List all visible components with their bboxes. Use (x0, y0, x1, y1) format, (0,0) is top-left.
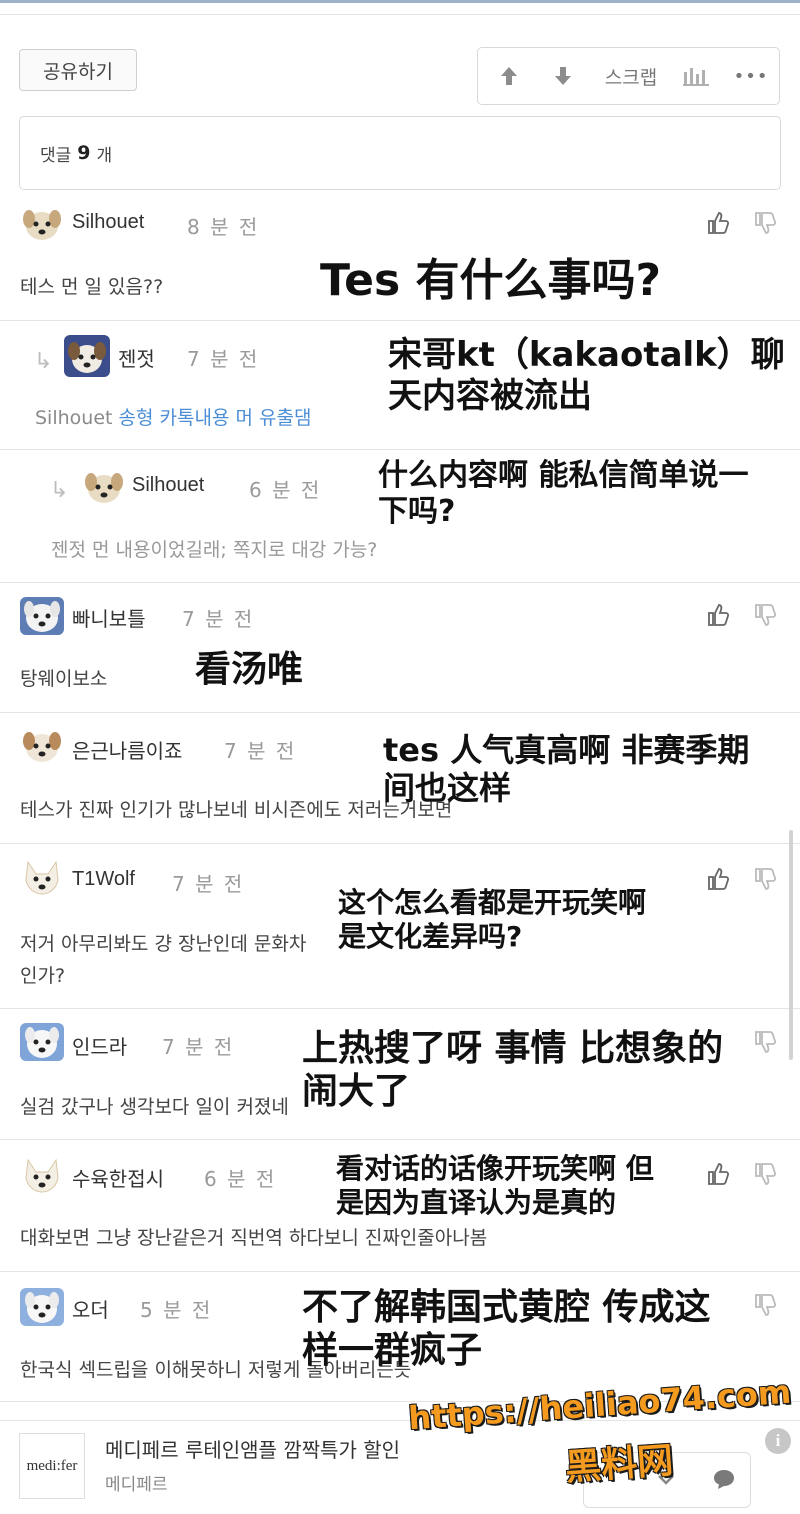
comment-time: 7 분 전 (162, 1035, 235, 1059)
scrap-button[interactable]: 스크랩 (596, 48, 666, 104)
comment-author[interactable]: T1Wolf (72, 868, 135, 891)
comment-author[interactable]: Silhouet (132, 474, 204, 497)
dislike-icon[interactable] (752, 866, 778, 892)
translation-overlay: 上热搜了呀 事情 比想象的闹大了 (302, 1028, 724, 1113)
dislike-icon[interactable] (752, 1161, 778, 1187)
translation-overlay: 不了解韩国式黄腔 传成这样一群疯子 (302, 1287, 711, 1372)
like-icon[interactable] (705, 602, 731, 628)
translation-overlay: 看对话的话像开玩笑啊 但是因为直译认为是真的 (336, 1152, 654, 1219)
mention-link[interactable]: Silhouet (35, 407, 112, 429)
comment-text: 먼 내용이었길래; 쪽지로 대강 가능? (92, 539, 378, 561)
comment-author[interactable]: 젠젓 (118, 343, 155, 372)
comment-text: 탕웨이보소 (20, 668, 108, 690)
upvote-icon[interactable] (494, 48, 524, 104)
reply-arrow-icon: ↳ (34, 349, 53, 374)
share-button[interactable]: 공유하기 (19, 49, 137, 91)
comment-author[interactable]: 오더 (72, 1294, 109, 1323)
avatar-dog-icon[interactable] (20, 1023, 64, 1061)
comment-item: 은근나름이죠 7 분 전 테스가 진짜 인기가 많나보네 비시즌에도 저러는거보… (0, 713, 800, 844)
stats-icon[interactable] (678, 48, 714, 104)
translation-overlay: tes 人气真高啊 非赛季期间也这样 (383, 731, 750, 808)
dislike-icon[interactable] (752, 1292, 778, 1318)
translation-overlay: 什么内容啊 能私信简单说一下吗? (378, 458, 749, 529)
comment-time: 6 분 전 (204, 1167, 277, 1191)
comment-time: 7 분 전 (187, 347, 260, 371)
comment-count-suffix: 개 (96, 145, 113, 166)
comment-author[interactable]: 빠니보틀 (72, 603, 146, 632)
scrollbar[interactable] (789, 830, 793, 1060)
translation-overlay: 看汤唯 (195, 649, 304, 690)
comment-text: 저거 아무리봐도 걍 장난인데 문화차인가? (20, 933, 307, 987)
chat-bubble-icon[interactable] (712, 1468, 736, 1490)
comment-author[interactable]: 은근나름이죠 (72, 735, 182, 764)
top-divider (0, 14, 800, 15)
comment-time: 7 분 전 (224, 739, 297, 763)
ad-subtitle: 메디페르 (105, 1475, 168, 1495)
comment-time: 6 분 전 (249, 478, 322, 502)
like-icon[interactable] (705, 210, 731, 236)
like-icon[interactable] (705, 1161, 731, 1187)
comment-item: 인드라 7 분 전 실검 갔구나 생각보다 일이 커졌네 上热搜了呀 事情 比想… (0, 1009, 800, 1140)
info-icon[interactable]: i (765, 1428, 791, 1454)
comment-item: T1Wolf 7 분 전 저거 아무리봐도 걍 장난인데 문화차인가? 这个怎么… (0, 844, 800, 1009)
post-action-toolbar: 스크랩 ••• (477, 47, 780, 105)
comment-item: 수육한접시 6 분 전 대화보면 그냥 장난같은거 직번역 하다보니 진짜인줄아… (0, 1140, 800, 1272)
comment-text: 실검 갔구나 생각보다 일이 커졌네 (20, 1096, 289, 1118)
watermark-name: 黑料网 (563, 1440, 675, 1489)
comment-time: 5 분 전 (140, 1298, 213, 1322)
ad-logo[interactable]: medi:fer (19, 1433, 85, 1499)
comment-text: 테스 먼 일 있음?? (20, 276, 164, 298)
dislike-icon[interactable] (752, 210, 778, 236)
comment-author[interactable]: Silhouet (72, 211, 144, 234)
dislike-icon[interactable] (752, 602, 778, 628)
comment-count-prefix: 댓글 (40, 145, 72, 166)
avatar-dog-icon[interactable] (20, 597, 64, 635)
avatar-dog-icon[interactable] (20, 727, 64, 765)
more-options-button[interactable]: ••• (734, 48, 768, 104)
comment-time: 7 분 전 (182, 607, 255, 631)
avatar-dog-icon[interactable] (64, 335, 110, 377)
like-icon[interactable] (705, 866, 731, 892)
translation-overlay: 这个怎么看都是开玩笑啊 是文化差异吗? (338, 886, 647, 953)
comment-time: 7 분 전 (172, 872, 245, 896)
comment-text: 대화보면 그냥 장난같은거 직번역 하다보니 진짜인줄아나봄 (20, 1227, 488, 1249)
translation-overlay: 宋哥kt（kakaotalk）聊天内容被流出 (388, 335, 785, 416)
comment-item: 빠니보틀 7 분 전 탕웨이보소 看汤唯 (0, 583, 800, 713)
comment-count-number: 9 (77, 142, 91, 164)
comment-text: 송형 카톡내용 머 유출댐 (118, 407, 312, 429)
ad-title[interactable]: 메디페르 루테인앰플 깜짝특가 할인 (105, 1434, 400, 1463)
comment-author[interactable]: 인드라 (72, 1031, 127, 1060)
dislike-icon[interactable] (752, 1029, 778, 1055)
reply-item: ↳ 젠젓 7 분 전 Silhouet 송형 카톡내용 머 유출댐 宋哥kt（k… (0, 321, 800, 450)
avatar-dog-icon[interactable] (20, 1156, 64, 1194)
avatar-dog-icon[interactable] (20, 205, 64, 243)
avatar-dog-icon[interactable] (20, 1288, 64, 1326)
translation-overlay: Tes 有什么事吗? (320, 255, 662, 306)
comment-author[interactable]: 수육한접시 (72, 1163, 164, 1192)
avatar-dog-icon[interactable] (82, 468, 126, 506)
top-accent-line (0, 0, 800, 3)
reply-item: ↳ Silhouet 6 분 전 젠젓 먼 내용이었길래; 쪽지로 대강 가능?… (0, 450, 800, 583)
reply-arrow-icon: ↳ (50, 478, 69, 503)
mention-link[interactable]: 젠젓 (51, 539, 86, 561)
avatar-dog-icon[interactable] (20, 858, 64, 896)
comment-count-bar: 댓글 9 개 (19, 116, 781, 190)
downvote-icon[interactable] (548, 48, 578, 104)
comment-item: Silhouet 8 분 전 테스 먼 일 있음?? Tes 有什么事吗? (0, 195, 800, 321)
comment-time: 8 분 전 (187, 215, 260, 239)
